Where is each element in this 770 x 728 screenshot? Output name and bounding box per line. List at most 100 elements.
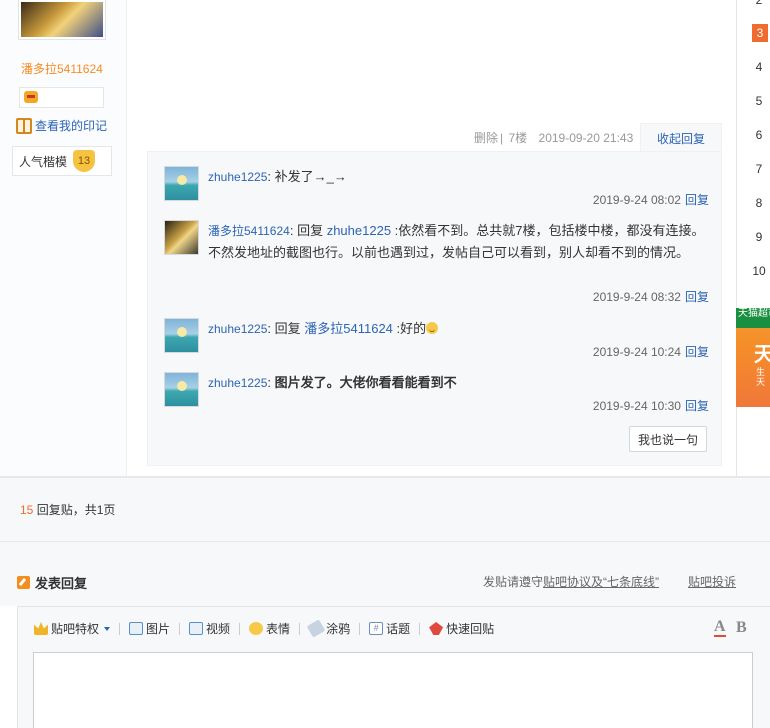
separator (239, 622, 241, 635)
reply-button[interactable]: 回复 (685, 345, 709, 359)
reply-meta: 2019-9-24 08:02 回复 (593, 191, 709, 208)
page-link[interactable]: 7 (748, 160, 770, 178)
sub-reply-item: zhuhe1225: 图片发了。大佬你看看能看到不 2019-9-24 10:3… (164, 372, 709, 422)
tool-label: 话题 (386, 622, 411, 636)
reply-button[interactable]: 回复 (685, 290, 709, 304)
video-icon (189, 622, 204, 635)
quick-reply-button[interactable]: 快速回贴 (429, 620, 494, 637)
say-something-button[interactable]: 我也说一句 (629, 426, 707, 452)
level-shield-icon: 13 (73, 150, 96, 172)
collapse-replies-button[interactable]: 收起回复 (640, 123, 722, 152)
separator (419, 622, 421, 635)
ad-line: 天 (756, 377, 766, 387)
reply-summary-bar: 15 回复贴，共1页 (0, 478, 770, 542)
complain-link[interactable]: 贴吧投诉 (688, 573, 736, 590)
post-datetime: 2019-09-20 21:43 (538, 131, 634, 145)
bold-button[interactable]: B (736, 619, 747, 637)
imprint-link[interactable]: 查看我的印记 (16, 117, 107, 134)
user-avatar[interactable] (164, 318, 199, 353)
separator (299, 622, 301, 635)
page-link[interactable]: 10 (748, 262, 770, 280)
ad-banner[interactable]: 天猫超市 天 生 天 (736, 308, 770, 407)
separator (179, 622, 181, 635)
editor-title: 发表回复 (17, 573, 87, 592)
page-link-active[interactable]: 3 (752, 24, 768, 42)
reply-button[interactable]: 回复 (685, 193, 709, 207)
topic-button[interactable]: # 话题 (369, 620, 410, 637)
book-icon (16, 117, 32, 134)
reply-button[interactable]: 回复 (685, 399, 709, 413)
badge-box[interactable] (19, 87, 104, 108)
user-avatar[interactable] (164, 166, 199, 201)
reply-summary: 15 回复贴，共1页 (20, 501, 115, 518)
tool-label: 表情 (266, 622, 291, 636)
tool-label: 贴吧特权 (51, 622, 100, 636)
imprint-link-text[interactable]: 查看我的印记 (35, 117, 107, 134)
user-avatar[interactable] (164, 220, 199, 255)
page-link[interactable]: 5 (748, 92, 770, 110)
rules-prefix: 发贴请遵守 (483, 575, 544, 589)
author-column: 潘多拉5411624 查看我的印记 人气楷模 13 (0, 0, 127, 476)
separator (359, 622, 361, 635)
reply-username[interactable]: zhuhe1225 (208, 170, 267, 184)
reply-text: 补发了→_→ (274, 169, 347, 184)
text-color-button[interactable]: A (714, 619, 726, 637)
reply-to-user[interactable]: 潘多拉5411624 (304, 321, 393, 336)
reply-word: 回复 (297, 223, 324, 238)
reply-content: zhuhe1225: 回复 潘多拉5411624 :好的 (208, 318, 708, 340)
meta-sep: | (500, 131, 504, 145)
hashtag-icon: # (369, 622, 384, 635)
ad-line: 生 (756, 367, 766, 377)
reply-meta: 2019-9-24 08:32 回复 (593, 288, 709, 305)
floor-number: 7楼 (508, 131, 528, 145)
delete-link[interactable]: 删除 (474, 131, 498, 145)
doodle-button[interactable]: 涂鸦 (306, 619, 350, 638)
crown-icon (34, 622, 48, 635)
reply-count-label: 回复贴，共 (36, 503, 97, 517)
sub-reply-item: zhuhe1225: 补发了→_→ 2019-9-24 08:02 回复 (164, 166, 709, 216)
emoji-button[interactable]: 表情 (249, 620, 290, 637)
editor-title-text: 发表回复 (35, 576, 88, 591)
sub-reply-panel: zhuhe1225: 补发了→_→ 2019-9-24 08:02 回复 潘多拉5… (147, 151, 722, 466)
reply-meta: 2019-9-24 10:24 回复 (593, 343, 709, 360)
reply-text: 图片发了。大佬你看看能看到不 (274, 375, 457, 390)
user-avatar[interactable] (164, 372, 199, 407)
reply-username[interactable]: zhuhe1225 (208, 322, 267, 336)
rocket-icon (429, 622, 444, 635)
author-avatar[interactable] (18, 0, 106, 40)
editor-toolbar: 贴吧特权 图片 视频 表情 涂鸦 # 话题 快速回贴 (34, 619, 494, 638)
reply-time: 2019-9-24 10:30 (592, 399, 681, 413)
reply-time: 2019-9-24 10:24 (592, 345, 681, 359)
reply-content: zhuhe1225: 图片发了。大佬你看看能看到不 (208, 375, 457, 390)
separator (119, 622, 121, 635)
reply-to-user[interactable]: zhuhe1225 (327, 223, 391, 238)
brush-icon (306, 619, 326, 638)
editor-header: 发表回复 发贴请遵守贴吧协议及“七条底线” 贴吧投诉 (0, 542, 770, 606)
privilege-button[interactable]: 贴吧特权 (34, 620, 111, 637)
reply-count: 15 (20, 503, 34, 517)
image-button[interactable]: 图片 (129, 620, 170, 637)
rules-link[interactable]: 贴吧协议及“七条底线” (543, 575, 659, 589)
tool-label: 快速回贴 (446, 622, 495, 636)
page-link[interactable]: 8 (748, 194, 770, 212)
page-link[interactable]: 2 (748, 0, 770, 9)
rules-notice: 发贴请遵守贴吧协议及“七条底线” (483, 573, 659, 590)
sub-reply-item: 潘多拉5411624: 回复 zhuhe1225 :依然看不到。总共就7楼，包括… (164, 220, 709, 310)
page-link[interactable]: 6 (748, 126, 770, 144)
sub-reply-item: zhuhe1225: 回复 潘多拉5411624 :好的 2019-9-24 1… (164, 318, 709, 368)
author-username[interactable]: 潘多拉5411624 (21, 60, 103, 77)
reply-meta: 2019-9-24 10:30 回复 (593, 397, 709, 414)
reply-username[interactable]: zhuhe1225 (208, 376, 267, 390)
page-link[interactable]: 4 (748, 58, 770, 76)
popularity-badge[interactable]: 人气楷模 13 (12, 146, 112, 176)
avatar (21, 2, 103, 37)
reply-textarea[interactable] (33, 652, 753, 728)
reply-username[interactable]: 潘多拉5411624 (208, 224, 290, 238)
tool-label: 视频 (206, 622, 231, 636)
pen-icon (17, 576, 30, 589)
page-link[interactable]: 9 (748, 228, 770, 246)
reply-content: zhuhe1225: 补发了→_→ (208, 169, 347, 184)
reply-text: :好的 (396, 321, 427, 336)
smile-emoji-icon (426, 322, 439, 334)
video-button[interactable]: 视频 (189, 620, 230, 637)
